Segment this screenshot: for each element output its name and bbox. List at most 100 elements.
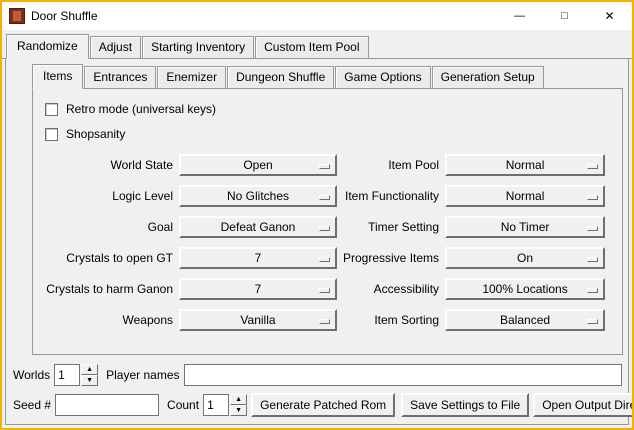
world-state-value: Open <box>243 158 272 172</box>
crystals-open-gt-value: 7 <box>255 251 262 265</box>
dropdown-indicator-icon <box>319 164 330 169</box>
weapons-value: Vanilla <box>240 313 275 327</box>
worlds-input[interactable] <box>54 364 80 386</box>
dropdown-indicator-icon <box>587 257 598 262</box>
bottom-section: Worlds ▲ ▼ Player names Seed # Count <box>6 355 628 424</box>
progressive-items-dropdown[interactable]: On <box>445 247 605 269</box>
dropdown-indicator-icon <box>587 288 598 293</box>
tab-dungeon-shuffle[interactable]: Dungeon Shuffle <box>227 66 334 88</box>
tab-generation-setup[interactable]: Generation Setup <box>432 66 544 88</box>
dropdown-indicator-icon <box>587 164 598 169</box>
generate-patched-rom-button[interactable]: Generate Patched Rom <box>251 393 395 417</box>
window: Door Shuffle — □ ✕ Randomize Adjust Star… <box>0 0 634 430</box>
items-pane: Retro mode (universal keys) Shopsanity W… <box>32 89 623 355</box>
randomize-pane: Items Entrances Enemizer Dungeon Shuffle… <box>5 59 629 425</box>
settings-grid: World State Open Item Pool Normal Logic … <box>45 154 622 331</box>
open-output-directory-button[interactable]: Open Output Directory <box>533 393 634 417</box>
tab-adjust[interactable]: Adjust <box>90 36 141 58</box>
minimize-icon: — <box>514 11 525 22</box>
shopsanity-label: Shopsanity <box>66 127 125 141</box>
outer-tabstrip: Randomize Adjust Starting Inventory Cust… <box>2 30 632 59</box>
minimize-button[interactable]: — <box>497 2 542 30</box>
worlds-label: Worlds <box>13 368 50 382</box>
crystals-harm-ganon-value: 7 <box>255 282 262 296</box>
item-functionality-label: Item Functionality <box>343 189 439 203</box>
titlebar[interactable]: Door Shuffle — □ ✕ <box>2 2 632 30</box>
tab-enemizer[interactable]: Enemizer <box>157 66 226 88</box>
accessibility-label: Accessibility <box>343 282 439 296</box>
goal-value: Defeat Ganon <box>221 220 296 234</box>
accessibility-value: 100% Locations <box>482 282 567 296</box>
dropdown-indicator-icon <box>587 319 598 324</box>
worlds-spin-arrows: ▲ ▼ <box>81 364 98 386</box>
window-controls: — □ ✕ <box>497 2 632 30</box>
window-title: Door Shuffle <box>31 9 98 23</box>
retro-mode-row: Retro mode (universal keys) <box>45 98 622 120</box>
tab-items[interactable]: Items <box>32 64 83 89</box>
worlds-spin-up-button[interactable]: ▲ <box>81 364 98 375</box>
goal-label: Goal <box>45 220 173 234</box>
tab-randomize[interactable]: Randomize <box>6 34 89 59</box>
worlds-spin-down-button[interactable]: ▼ <box>81 375 98 386</box>
retro-mode-label: Retro mode (universal keys) <box>66 102 216 116</box>
seed-row: Seed # Count ▲ ▼ Generate Patched Rom Sa… <box>13 393 622 417</box>
close-icon: ✕ <box>604 10 614 22</box>
item-pool-value: Normal <box>506 158 545 172</box>
save-settings-button[interactable]: Save Settings to File <box>401 393 529 417</box>
seed-input[interactable] <box>55 394 159 416</box>
item-sorting-dropdown[interactable]: Balanced <box>445 309 605 331</box>
shopsanity-checkbox[interactable] <box>45 128 58 141</box>
world-state-dropdown[interactable]: Open <box>179 154 337 176</box>
crystals-harm-ganon-dropdown[interactable]: 7 <box>179 278 337 300</box>
count-label: Count <box>167 398 199 412</box>
tab-custom-item-pool[interactable]: Custom Item Pool <box>255 36 368 58</box>
logic-level-dropdown[interactable]: No Glitches <box>179 185 337 207</box>
maximize-button[interactable]: □ <box>542 2 587 30</box>
seed-label: Seed # <box>13 398 51 412</box>
count-input[interactable] <box>203 394 229 416</box>
weapons-dropdown[interactable]: Vanilla <box>179 309 337 331</box>
tab-starting-inventory[interactable]: Starting Inventory <box>142 36 254 58</box>
inner-notebook: Items Entrances Enemizer Dungeon Shuffle… <box>32 64 623 355</box>
player-names-input[interactable] <box>184 364 623 386</box>
dropdown-indicator-icon <box>319 288 330 293</box>
tab-entrances[interactable]: Entrances <box>84 66 156 88</box>
goal-dropdown[interactable]: Defeat Ganon <box>179 216 337 238</box>
timer-setting-label: Timer Setting <box>343 220 439 234</box>
close-button[interactable]: ✕ <box>587 2 632 30</box>
count-spinbox: ▲ ▼ <box>203 394 247 416</box>
item-functionality-dropdown[interactable]: Normal <box>445 185 605 207</box>
app-icon <box>9 8 25 24</box>
progressive-items-value: On <box>517 251 533 265</box>
item-pool-label: Item Pool <box>343 158 439 172</box>
item-pool-dropdown[interactable]: Normal <box>445 154 605 176</box>
spin-down-icon: ▼ <box>235 407 242 414</box>
accessibility-dropdown[interactable]: 100% Locations <box>445 278 605 300</box>
dropdown-indicator-icon <box>319 226 330 231</box>
dropdown-indicator-icon <box>319 257 330 262</box>
count-spin-arrows: ▲ ▼ <box>230 394 247 416</box>
dropdown-indicator-icon <box>587 226 598 231</box>
spin-up-icon: ▲ <box>86 366 93 373</box>
item-sorting-value: Balanced <box>500 313 550 327</box>
app-icon-detail <box>13 11 21 21</box>
count-spin-down-button[interactable]: ▼ <box>230 405 247 416</box>
dropdown-indicator-icon <box>319 195 330 200</box>
item-sorting-label: Item Sorting <box>343 313 439 327</box>
tab-game-options[interactable]: Game Options <box>335 66 430 88</box>
dropdown-indicator-icon <box>587 195 598 200</box>
world-state-label: World State <box>45 158 173 172</box>
crystals-open-gt-dropdown[interactable]: 7 <box>179 247 337 269</box>
spin-down-icon: ▼ <box>86 377 93 384</box>
timer-setting-dropdown[interactable]: No Timer <box>445 216 605 238</box>
item-functionality-value: Normal <box>506 189 545 203</box>
player-names-label: Player names <box>106 368 179 382</box>
worlds-spinbox: ▲ ▼ <box>54 364 98 386</box>
count-spin-up-button[interactable]: ▲ <box>230 394 247 405</box>
retro-mode-checkbox[interactable] <box>45 103 58 116</box>
maximize-icon: □ <box>561 11 568 22</box>
crystals-harm-ganon-label: Crystals to harm Ganon <box>45 282 173 296</box>
crystals-open-gt-label: Crystals to open GT <box>45 251 173 265</box>
dropdown-indicator-icon <box>319 319 330 324</box>
worlds-row: Worlds ▲ ▼ Player names <box>13 364 622 386</box>
